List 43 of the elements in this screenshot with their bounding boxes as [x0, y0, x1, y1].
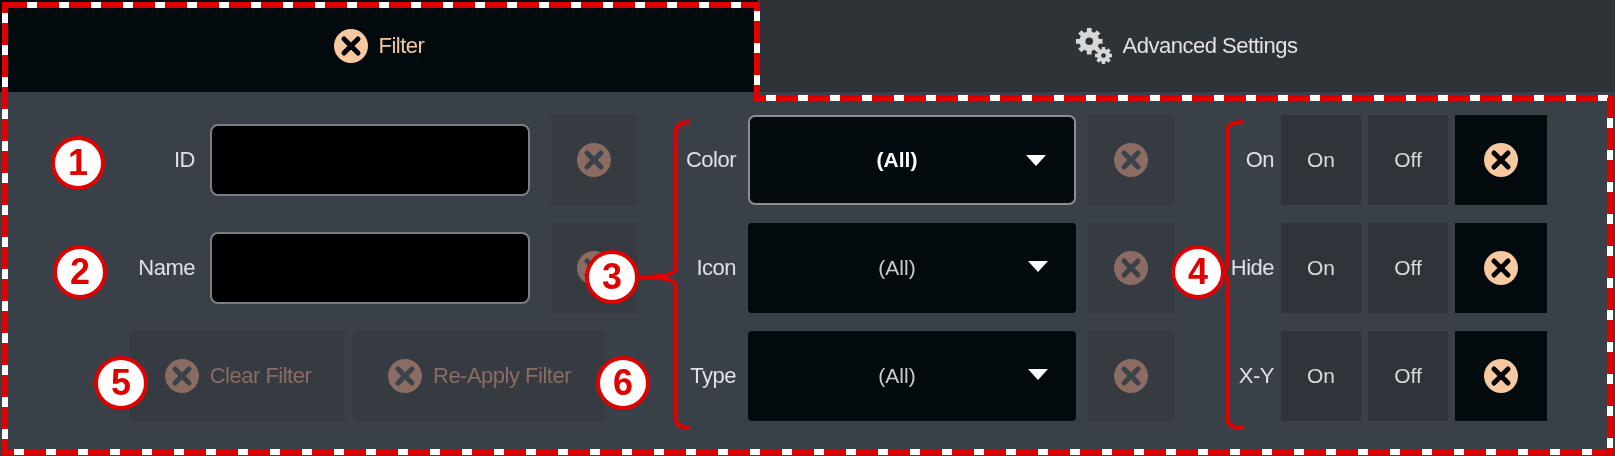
close-icon	[1113, 358, 1149, 394]
close-icon	[576, 142, 612, 178]
input-field[interactable]	[210, 232, 530, 304]
clear-button[interactable]	[1455, 223, 1547, 313]
dropdown[interactable]: (All)	[748, 223, 1076, 313]
callout-number: 6	[596, 356, 650, 410]
field-label: X-Y	[1238, 363, 1274, 389]
close-icon	[387, 358, 423, 394]
dropdown[interactable]: (All)	[748, 331, 1076, 421]
toggle-option[interactable]: Off	[1368, 115, 1448, 205]
clear-button[interactable]	[1455, 331, 1547, 421]
callout-number: 5	[94, 356, 148, 410]
close-icon	[1113, 142, 1149, 178]
clear-button[interactable]	[1455, 115, 1547, 205]
close-icon	[1483, 142, 1519, 178]
field-label: ID	[174, 147, 195, 173]
close-icon	[1483, 358, 1519, 394]
toggle-option[interactable]: On	[1281, 331, 1361, 421]
toggle-option[interactable]: On	[1281, 115, 1361, 205]
toggle-option[interactable]: Off	[1368, 223, 1448, 313]
input-field[interactable]	[210, 124, 530, 196]
toggle-option[interactable]: On	[1281, 223, 1361, 313]
callout-number: 4	[1171, 245, 1225, 299]
field-label: Type	[690, 363, 736, 389]
close-icon	[1483, 250, 1519, 286]
field-label: Icon	[696, 255, 736, 281]
dropdown[interactable]: (All)	[748, 115, 1076, 205]
caret-icon	[1028, 369, 1048, 380]
close-icon	[332, 28, 369, 64]
field-label: Color	[685, 147, 736, 173]
gears-icon	[1074, 27, 1113, 65]
caret-icon	[1028, 261, 1048, 272]
field-label: Hide	[1230, 255, 1274, 281]
close-icon	[163, 358, 200, 394]
callout-number: 1	[51, 136, 105, 190]
callout-number: 2	[53, 245, 107, 299]
field-label: Name	[138, 255, 195, 281]
toggle-option[interactable]: Off	[1368, 331, 1448, 421]
close-icon	[1113, 250, 1149, 286]
caret-icon	[1026, 155, 1046, 166]
field-label: On	[1245, 147, 1274, 173]
tab[interactable]: Advanced Settings	[757, 0, 1615, 92]
tab[interactable]: Filter	[0, 0, 757, 92]
